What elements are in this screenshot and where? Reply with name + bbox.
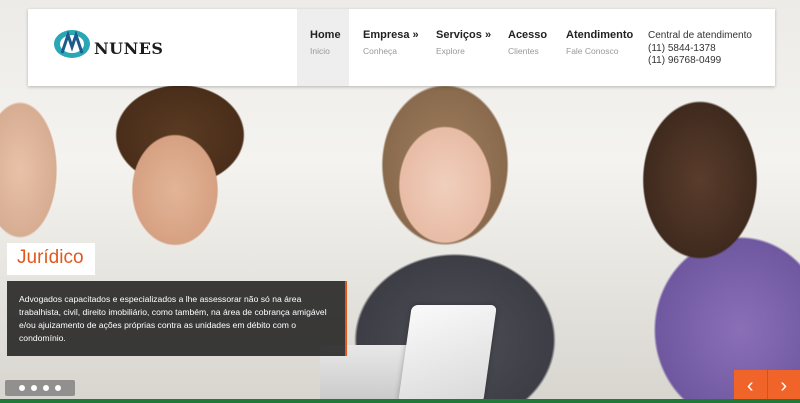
nav-empresa-sub: Conheça [363,46,398,56]
nav-atendimento-sub: Fale Conosco [566,46,619,56]
nav-acesso-title: Acesso [508,29,548,41]
nav-acesso-sub: Clientes [508,46,539,56]
nav-home-sub: Inicio [310,46,330,56]
contact-info: Central de atendimento (11) 5844-1378 (1… [648,30,752,68]
nav-item-acesso[interactable]: Acesso Clientes [494,9,552,86]
slide-title-box: Jurídico [7,243,95,275]
slide-title: Jurídico [17,247,84,268]
contact-phone-1[interactable]: (11) 5844-1378 [648,43,752,56]
contact-phone-2[interactable]: (11) 96768-0499 [648,55,752,68]
nav-item-empresa[interactable]: Empresa » Conheça [349,9,422,86]
nav-servicos-title: Serviços [436,29,482,41]
nav-servicos-sub: Explore [436,46,465,56]
contact-label: Central de atendimento [648,30,752,41]
slider-dot-1[interactable] [19,385,25,391]
slider-pager [5,380,75,396]
nav-item-servicos[interactable]: Serviços » Explore [422,9,494,86]
slider-dot-2[interactable] [31,385,37,391]
nav-item-atendimento[interactable]: Atendimento Fale Conosco [552,9,634,86]
slide-caption-text: Advogados capacitados e especializados a… [19,294,327,343]
slider-dot-4[interactable] [55,385,61,391]
slider-dot-3[interactable] [43,385,49,391]
tablet-image [398,305,497,403]
logo-emblem-icon [54,30,90,58]
submenu-chevron-icon: » [412,29,419,41]
nav-item-home[interactable]: Home Inicio [297,9,349,86]
nav-atendimento-title: Atendimento [566,29,634,41]
submenu-chevron-icon: » [484,29,492,41]
nav-home-title: Home [310,29,341,41]
logo-text: NUNES [94,39,164,58]
logo[interactable]: NUNES [52,27,182,67]
site-header: NUNES Home Inicio Empresa » Conheça Serv… [28,9,775,86]
slide-caption: Advogados capacitados e especializados a… [7,281,347,356]
nav-empresa-title: Empresa [363,29,410,41]
bottom-bar [0,399,800,403]
main-nav: Home Inicio Empresa » Conheça Serviços »… [297,9,634,86]
